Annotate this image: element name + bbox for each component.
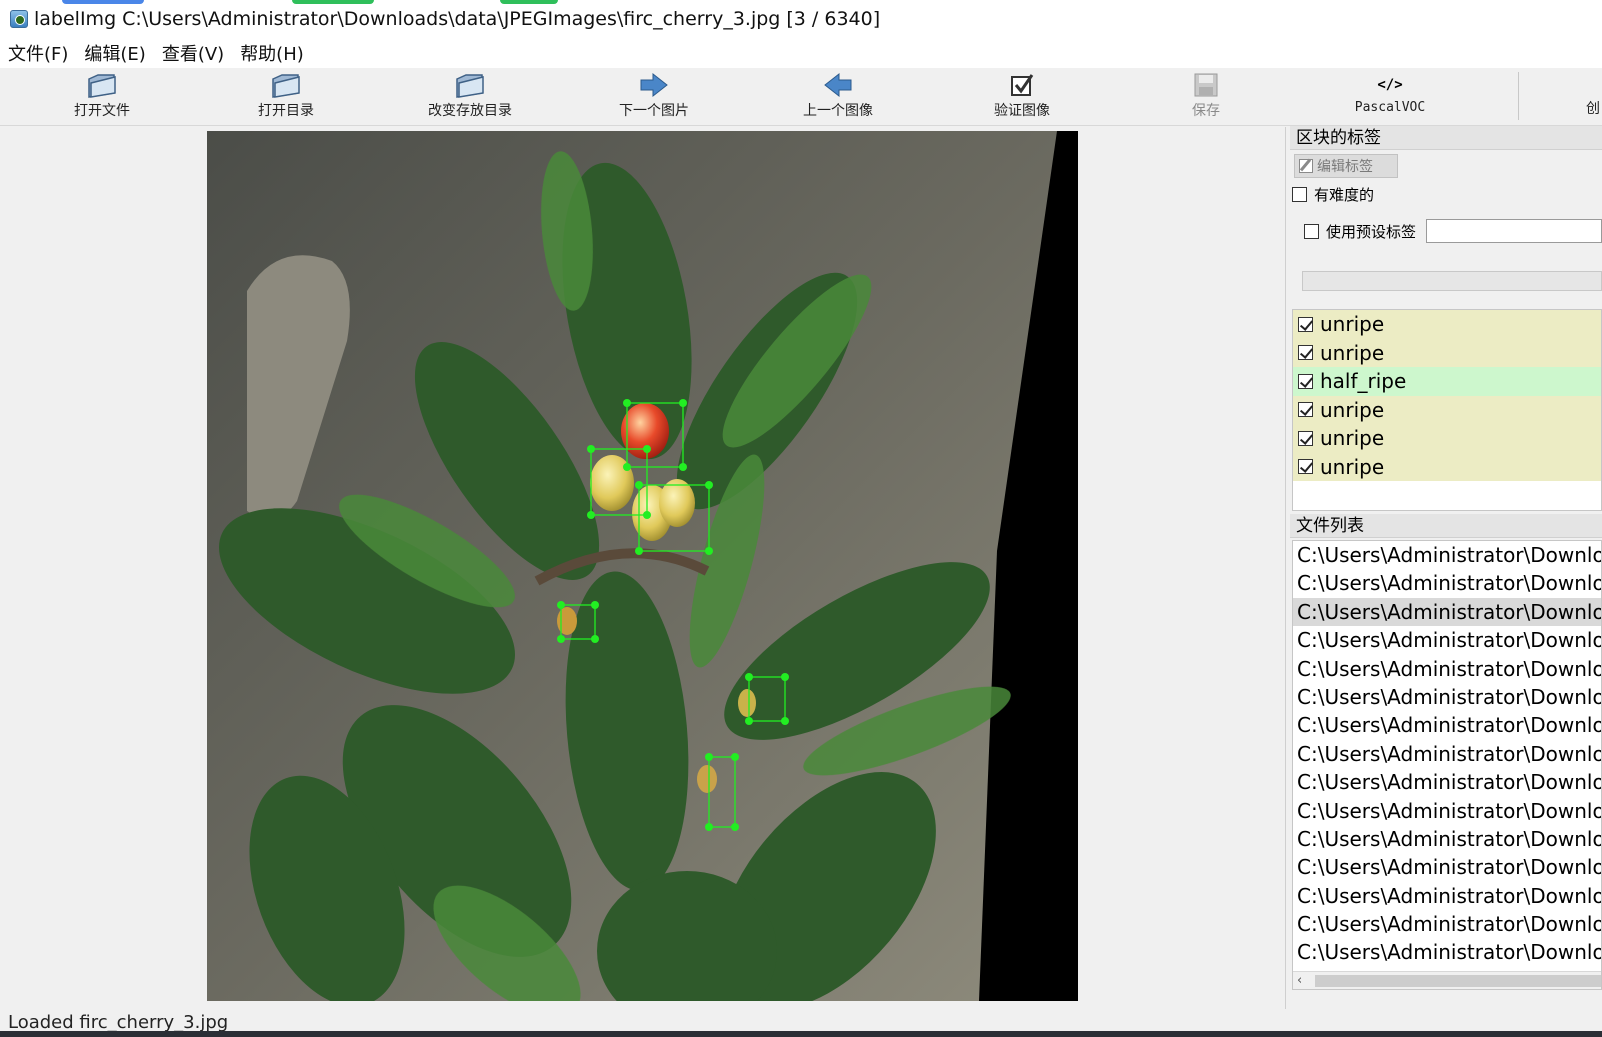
label-text: half_ripe — [1320, 369, 1407, 394]
window-title: labelImg C:\Users\Administrator\Download… — [34, 8, 881, 30]
menu-edit[interactable]: 编辑(E) — [84, 40, 145, 66]
open-dir-button[interactable]: 打开目录 — [226, 70, 346, 124]
label-text: unripe — [1320, 454, 1385, 479]
code-icon: </> — [1377, 77, 1403, 93]
label-item[interactable]: unripe — [1293, 310, 1601, 339]
image-canvas[interactable] — [2, 127, 1286, 1009]
folder-icon — [86, 70, 118, 100]
cherry-unripe — [557, 607, 577, 635]
label-item[interactable]: unripe — [1293, 338, 1601, 367]
file-list-horizontal-scrollbar[interactable]: ‹ — [1293, 971, 1601, 989]
edit-label-text: 编辑标签 — [1317, 159, 1373, 175]
save-icon — [1193, 70, 1219, 100]
label-visibility-checkbox[interactable] — [1298, 345, 1313, 361]
file-list[interactable]: C:\Users\Administrator\Downloa C:\Users\… — [1292, 540, 1602, 990]
taskbar-tab-indicator — [62, 0, 144, 4]
next-image-label: 下一个图片 — [619, 103, 689, 119]
file-list-item[interactable]: C:\Users\Administrator\Downloa — [1293, 797, 1601, 825]
file-list-item[interactable]: C:\Users\Administrator\Downloa — [1293, 938, 1601, 966]
label-text: unripe — [1320, 397, 1385, 422]
verify-image-button[interactable]: 验证图像 — [962, 70, 1082, 124]
change-save-dir-label: 改变存放目录 — [428, 103, 512, 119]
panel-strip — [1302, 271, 1602, 291]
label-list[interactable]: unripe unripe half_ripe unripe unripe un… — [1292, 309, 1602, 511]
folder-icon — [270, 70, 302, 100]
file-list-item[interactable]: C:\Users\Administrator\Downloa — [1293, 683, 1601, 711]
file-list-item[interactable]: C:\Users\Administrator\Downloa — [1293, 910, 1601, 938]
menu-bar: 文件(F) 编辑(E) 查看(V) 帮助(H) — [0, 38, 1602, 68]
labelimg-app-icon — [10, 10, 28, 28]
file-list-dock-title: 文件列表 — [1290, 514, 1602, 538]
taskbar-edge — [0, 1031, 1602, 1037]
file-list-item[interactable]: C:\Users\Administrator\Downloa — [1293, 768, 1601, 796]
pencil-icon — [1299, 159, 1313, 173]
menu-file[interactable]: 文件(F) — [8, 40, 68, 66]
open-file-button[interactable]: 打开文件 — [42, 70, 162, 124]
cherry-unripe — [738, 689, 756, 717]
window-title-bar: labelImg C:\Users\Administrator\Download… — [0, 0, 1602, 38]
taskbar-tab-indicator — [292, 0, 374, 4]
label-text: unripe — [1320, 312, 1385, 337]
change-save-dir-button[interactable]: 改变存放目录 — [410, 70, 530, 124]
label-item[interactable]: unripe — [1293, 452, 1601, 481]
open-file-label: 打开文件 — [74, 103, 130, 119]
file-list-item[interactable]: C:\Users\Administrator\Downloa — [1293, 853, 1601, 881]
difficult-checkbox-row[interactable]: 有难度的 — [1292, 184, 1374, 205]
verify-image-label: 验证图像 — [994, 103, 1050, 119]
preset-label-combo[interactable] — [1426, 219, 1602, 243]
use-preset-row[interactable]: 使用预设标签 — [1304, 221, 1416, 242]
file-list-item[interactable]: C:\Users\Administrator\Downloa — [1293, 825, 1601, 853]
arrow-left-icon — [823, 70, 853, 100]
file-list-item[interactable]: C:\Users\Administrator\Downloa — [1293, 569, 1601, 597]
annotated-photo[interactable] — [207, 131, 1078, 1001]
file-list-item[interactable]: C:\Users\Administrator\Downloa — [1293, 882, 1601, 910]
create-box-button-partial[interactable]: 创 — [1586, 98, 1600, 118]
prev-image-label: 上一个图像 — [803, 103, 873, 119]
label-visibility-checkbox[interactable] — [1298, 316, 1313, 332]
folder-icon — [454, 70, 486, 100]
label-text: unripe — [1320, 426, 1385, 451]
edit-label-button[interactable]: 编辑标签 — [1294, 154, 1398, 178]
difficult-checkbox[interactable] — [1292, 187, 1307, 202]
file-list-item-selected[interactable]: C:\Users\Administrator\Downloa — [1293, 597, 1601, 627]
file-list-dock: 文件列表 C:\Users\Administrator\Downloa C:\U… — [1290, 514, 1602, 1009]
label-item[interactable]: unripe — [1293, 395, 1601, 424]
difficult-label: 有难度的 — [1314, 186, 1375, 204]
use-preset-checkbox[interactable] — [1304, 224, 1319, 239]
use-preset-label: 使用预设标签 — [1326, 223, 1417, 241]
label-visibility-checkbox[interactable] — [1298, 373, 1313, 389]
save-button[interactable]: 保存 — [1146, 70, 1266, 124]
arrow-right-icon — [639, 70, 669, 100]
file-list-item[interactable]: C:\Users\Administrator\Downloa — [1293, 541, 1601, 569]
cherry-unripe — [697, 765, 717, 793]
labels-dock-title: 区块的标签 — [1290, 126, 1602, 150]
cherry-unripe — [659, 479, 695, 527]
label-visibility-checkbox[interactable] — [1298, 430, 1313, 446]
toolbar-separator — [1518, 72, 1519, 120]
status-text: Loaded firc_cherry_3.jpg — [8, 1012, 229, 1033]
scroll-left-icon[interactable]: ‹ — [1297, 973, 1302, 988]
menu-view[interactable]: 查看(V) — [162, 40, 224, 66]
open-dir-label: 打开目录 — [258, 103, 314, 119]
label-visibility-checkbox[interactable] — [1298, 459, 1313, 475]
file-list-item[interactable]: C:\Users\Administrator\Downloa — [1293, 740, 1601, 768]
toolbar: 打开文件 打开目录 改变存放目录 下一个图片 上一个图像 验证图像 保存 </>… — [0, 68, 1602, 126]
labels-dock: 区块的标签 编辑标签 有难度的 使用预设标签 unripe unripe hal… — [1290, 126, 1602, 512]
taskbar-tab-indicator — [500, 0, 558, 4]
file-list-item[interactable]: C:\Users\Administrator\Downloa — [1293, 711, 1601, 739]
format-pascalvoc-button[interactable]: </> PascalVOC — [1330, 70, 1450, 124]
save-label: 保存 — [1192, 103, 1220, 119]
file-list-item[interactable]: C:\Users\Administrator\Downloa — [1293, 655, 1601, 683]
label-text: unripe — [1320, 340, 1385, 365]
checkbox-icon — [1009, 70, 1035, 100]
scrollbar-thumb[interactable] — [1315, 975, 1601, 987]
label-item[interactable]: unripe — [1293, 424, 1601, 453]
menu-help[interactable]: 帮助(H) — [240, 40, 304, 66]
format-label: PascalVOC — [1354, 100, 1426, 115]
file-list-item[interactable]: C:\Users\Administrator\Downloa — [1293, 626, 1601, 654]
prev-image-button[interactable]: 上一个图像 — [778, 70, 898, 124]
next-image-button[interactable]: 下一个图片 — [594, 70, 714, 124]
label-visibility-checkbox[interactable] — [1298, 402, 1313, 418]
label-item[interactable]: half_ripe — [1293, 367, 1601, 396]
